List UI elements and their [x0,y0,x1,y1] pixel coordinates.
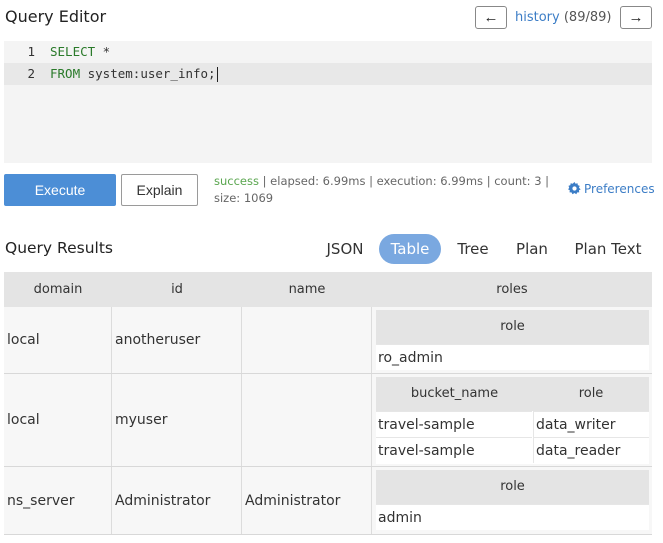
cell-domain: local [4,307,112,373]
line-number: 1 [27,44,35,59]
gear-icon [568,182,581,195]
table-row: local myuser bucket_name role travel-sam… [4,374,652,467]
code-keyword: FROM [50,66,81,81]
cell-name [242,307,372,373]
code-rest: * [95,44,111,59]
query-editor[interactable]: 1 SELECT * 2 FROM system:user_info; [4,41,652,163]
tab-json[interactable]: JSON [320,234,370,264]
nested-column-header-role: role [578,386,604,401]
cell-value: Administrator [115,492,211,509]
nested-column-header-role: role [500,319,525,334]
tab-plan-text[interactable]: Plan Text [570,234,646,264]
history-label: history [515,10,560,25]
history-link[interactable]: history (89/89) [515,10,611,25]
nested-cell-role: data_writer [533,411,649,437]
cell-name: Administrator [242,467,372,534]
preferences-link[interactable]: Preferences [568,182,655,196]
nested-cell-role: data_reader [533,437,649,463]
cell-roles: role admin [372,467,652,534]
code-rest: system:user_info; [80,66,216,81]
nested-cell-bucket-name: travel-sample [376,437,532,463]
code-text: FROM system:user_info; [50,63,218,85]
table-row: ns_server Administrator Administrator ro… [4,467,652,535]
status-state: success [214,174,259,188]
results-title: Query Results [5,239,114,257]
nested-table-header: bucket_name role [376,377,649,411]
query-status: success | elapsed: 6.99ms | execution: 6… [214,173,554,207]
column-header-roles[interactable]: roles [372,272,652,307]
results-table-header: domain id name roles [4,272,652,307]
cell-id: Administrator [112,467,242,534]
nested-roles-table: role admin [376,470,649,530]
cell-id: myuser [112,374,242,466]
history-next-button[interactable]: → [620,6,652,29]
status-details: | elapsed: 6.99ms | execution: 6.99ms | … [214,174,550,205]
line-number: 2 [27,66,35,81]
preferences-label: Preferences [584,182,655,196]
table-row: local anotheruser role ro_admin [4,307,652,374]
nested-table-header: role [376,470,649,504]
column-header-name[interactable]: name [242,272,372,307]
history-prev-button[interactable]: ← [475,6,507,29]
code-line: 1 SELECT * [4,41,652,63]
cell-value: local [7,412,40,428]
tab-table[interactable]: Table [379,234,441,264]
nested-column-header-role: role [500,479,525,494]
cell-id: anotheruser [112,307,242,373]
code-text: SELECT * [50,41,110,63]
cell-name [242,374,372,466]
page-title: Query Editor [5,7,107,26]
nested-cell-role: ro_admin [376,344,649,370]
nested-column-header-bucket-name: bucket_name [410,386,499,401]
column-header-id[interactable]: id [112,272,242,307]
explain-button[interactable]: Explain [121,174,198,206]
nested-table-header: role [376,310,649,344]
nested-roles-table: bucket_name role travel-sample data_writ… [376,377,649,464]
cell-roles: role ro_admin [372,307,652,373]
cell-value: Administrator [245,492,341,509]
cell-value: local [7,332,40,348]
tab-tree[interactable]: Tree [450,234,496,264]
cell-value: ns_server [7,492,75,509]
cell-domain: ns_server [4,467,112,534]
column-header-domain[interactable]: domain [4,272,112,307]
cell-domain: local [4,374,112,466]
tab-plan[interactable]: Plan [510,234,554,264]
execute-button[interactable]: Execute [4,174,116,206]
cell-roles: bucket_name role travel-sample data_writ… [372,374,652,466]
cell-value: anotheruser [115,332,201,348]
nested-cell-bucket-name: travel-sample [376,411,532,437]
nested-roles-table: role ro_admin [376,310,649,370]
code-keyword: SELECT [50,44,96,59]
text-cursor [216,67,218,82]
nested-cell-role: admin [376,504,649,530]
cell-value: myuser [115,412,168,428]
history-count: (89/89) [563,10,612,25]
code-line-active: 2 FROM system:user_info; [4,63,652,85]
